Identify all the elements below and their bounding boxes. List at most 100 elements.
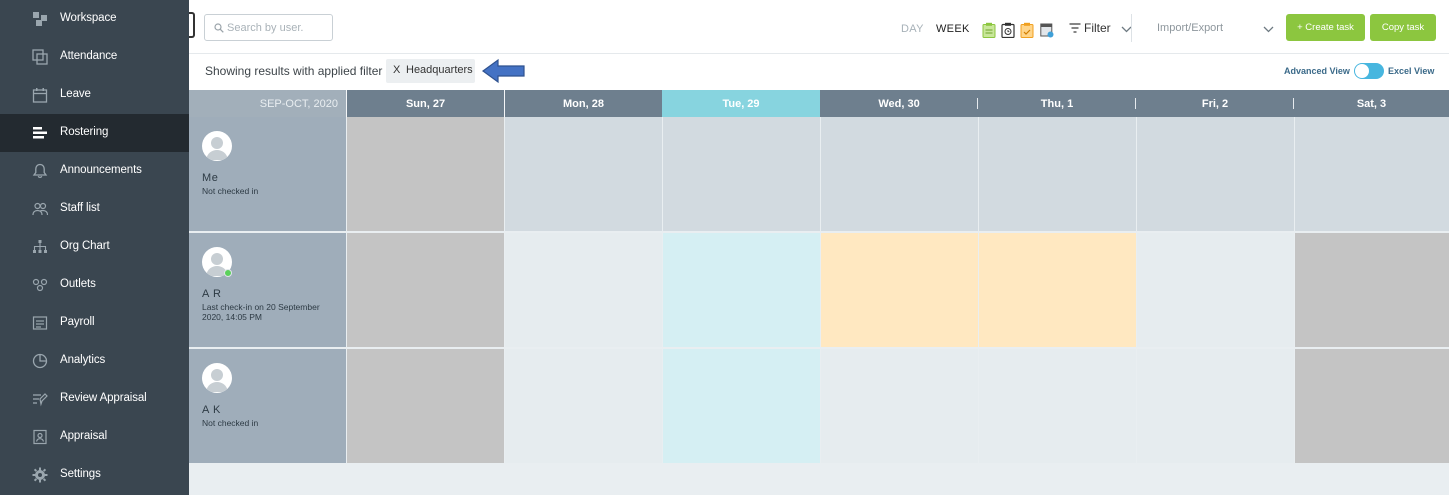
roster-cell[interactable]	[505, 117, 662, 231]
roster-cell[interactable]	[663, 117, 820, 231]
avatar	[202, 131, 232, 161]
toolbar-divider	[1131, 14, 1132, 42]
sidebar-item-label: Appraisal	[60, 430, 108, 442]
advanced-view-label: Advanced View	[1284, 66, 1350, 76]
sidebar-item-announcements[interactable]: Announcements	[0, 152, 189, 190]
day-header-sun[interactable]: Sun, 27	[347, 90, 504, 117]
appraisal-icon	[32, 429, 48, 445]
clipboard-clock-icon[interactable]	[1001, 22, 1015, 38]
remove-filter-button[interactable]: X	[393, 64, 400, 76]
clipboard-orange-icon[interactable]	[1020, 22, 1034, 38]
roster-cell[interactable]	[1137, 233, 1294, 347]
roster-cell[interactable]	[1137, 117, 1294, 231]
sidebar-item-rostering[interactable]: Rostering	[0, 114, 189, 152]
sidebar-item-appraisal[interactable]: Appraisal	[0, 418, 189, 456]
day-header-tue[interactable]: Tue, 29	[662, 90, 820, 117]
roster-cell[interactable]	[663, 349, 820, 463]
sidebar-item-outlets[interactable]: Outlets	[0, 266, 189, 304]
roster-cell[interactable]	[505, 233, 662, 347]
day-header-sat[interactable]: Sat, 3	[1294, 90, 1449, 117]
staff-row-label[interactable]: Me Not checked in	[189, 117, 346, 231]
sidebar-item-label: Outlets	[60, 278, 96, 290]
roster-cell[interactable]	[505, 349, 662, 463]
avatar	[202, 363, 232, 393]
sidebar-item-analytics[interactable]: Analytics	[0, 342, 189, 380]
day-header-wed[interactable]: Wed, 30	[820, 90, 978, 117]
sidebar-item-label: Staff list	[60, 202, 100, 214]
calendar-settings-icon[interactable]	[1040, 22, 1054, 38]
bell-icon	[32, 163, 48, 179]
roster-cell[interactable]	[347, 233, 504, 347]
roster-cell[interactable]	[1137, 349, 1294, 463]
staff-icon	[32, 201, 48, 217]
search-icon	[214, 23, 224, 33]
rostering-icon	[32, 125, 48, 141]
day-header-mon[interactable]: Mon, 28	[505, 90, 662, 117]
roster-cell[interactable]	[979, 117, 1136, 231]
roster-cell[interactable]	[821, 117, 978, 231]
sidebar-collapse-handle[interactable]	[189, 12, 195, 38]
sidebar-item-label: Attendance	[60, 50, 118, 62]
staff-name: A K	[202, 404, 221, 416]
review-icon	[32, 391, 48, 407]
chevron-down-icon[interactable]	[1263, 26, 1274, 33]
day-header-thu[interactable]: Thu, 1	[978, 90, 1136, 117]
view-day-button[interactable]: DAY	[901, 23, 924, 35]
roster-cell[interactable]	[347, 349, 504, 463]
sidebar-item-label: Settings	[60, 468, 101, 480]
sidebar: Workspace Attendance Leave Rostering Ann…	[0, 0, 189, 495]
sidebar-item-label: Analytics	[60, 354, 106, 366]
excel-view-label: Excel View	[1388, 66, 1435, 76]
clipboard-green-icon[interactable]	[982, 22, 996, 38]
analytics-icon	[32, 353, 48, 369]
roster-cell[interactable]	[979, 349, 1136, 463]
staff-checkin-status: Not checked in	[202, 186, 259, 196]
online-status-dot	[224, 269, 232, 277]
sidebar-item-label: Org Chart	[60, 240, 110, 252]
search-box	[204, 14, 333, 41]
filter-label: Filter	[1084, 21, 1111, 35]
roster-cell[interactable]	[347, 117, 504, 231]
month-range-label: SEP-OCT, 2020	[189, 90, 346, 117]
sidebar-item-payroll[interactable]: Payroll	[0, 304, 189, 342]
sidebar-item-leave[interactable]: Leave	[0, 76, 189, 114]
import-export-select[interactable]: Import/Export	[1157, 22, 1223, 34]
header-divider	[977, 98, 978, 109]
view-week-button[interactable]: WEEK	[936, 23, 970, 35]
filter-chip: X Headquarters	[386, 59, 475, 83]
header-divider	[346, 90, 347, 117]
roster-cell[interactable]	[1295, 233, 1449, 347]
roster-cell[interactable]	[1295, 349, 1449, 463]
sidebar-item-workspace[interactable]: Workspace	[0, 0, 189, 38]
copy-task-button[interactable]: Copy task	[1370, 14, 1436, 41]
roster-grid-header: SEP-OCT, 2020 Sun, 27 Mon, 28 Tue, 29 We…	[189, 90, 1449, 117]
filter-button[interactable]: Filter	[1069, 21, 1111, 35]
payroll-icon	[32, 315, 48, 331]
staff-row-label[interactable]: A K Not checked in	[189, 349, 346, 463]
filter-summary-text: Showing results with applied filter :	[205, 64, 390, 78]
create-task-button[interactable]: + Create task	[1286, 14, 1365, 41]
sidebar-item-staff-list[interactable]: Staff list	[0, 190, 189, 228]
sidebar-item-label: Review Appraisal	[60, 392, 147, 404]
sidebar-item-review-appraisal[interactable]: Review Appraisal	[0, 380, 189, 418]
sidebar-item-label: Announcements	[60, 164, 142, 176]
header-divider	[504, 90, 505, 117]
gear-icon	[32, 467, 48, 483]
search-input[interactable]	[227, 18, 327, 37]
staff-checkin-status: Not checked in	[202, 418, 259, 428]
filter-icon	[1069, 23, 1081, 33]
sidebar-item-org-chart[interactable]: Org Chart	[0, 228, 189, 266]
calendar-icon	[32, 87, 48, 103]
sidebar-item-settings[interactable]: Settings	[0, 456, 189, 494]
arrow-left-icon	[481, 58, 525, 84]
sidebar-item-attendance[interactable]: Attendance	[0, 38, 189, 76]
roster-cell[interactable]	[821, 233, 978, 347]
staff-row-label[interactable]: A R Last check-in on 20 September 2020, …	[189, 233, 346, 347]
org-chart-icon	[32, 239, 48, 255]
roster-cell[interactable]	[663, 233, 820, 347]
view-mode-toggle[interactable]	[1354, 63, 1384, 79]
roster-cell[interactable]	[1295, 117, 1449, 231]
roster-cell[interactable]	[979, 233, 1136, 347]
day-header-fri[interactable]: Fri, 2	[1136, 90, 1294, 117]
roster-cell[interactable]	[821, 349, 978, 463]
